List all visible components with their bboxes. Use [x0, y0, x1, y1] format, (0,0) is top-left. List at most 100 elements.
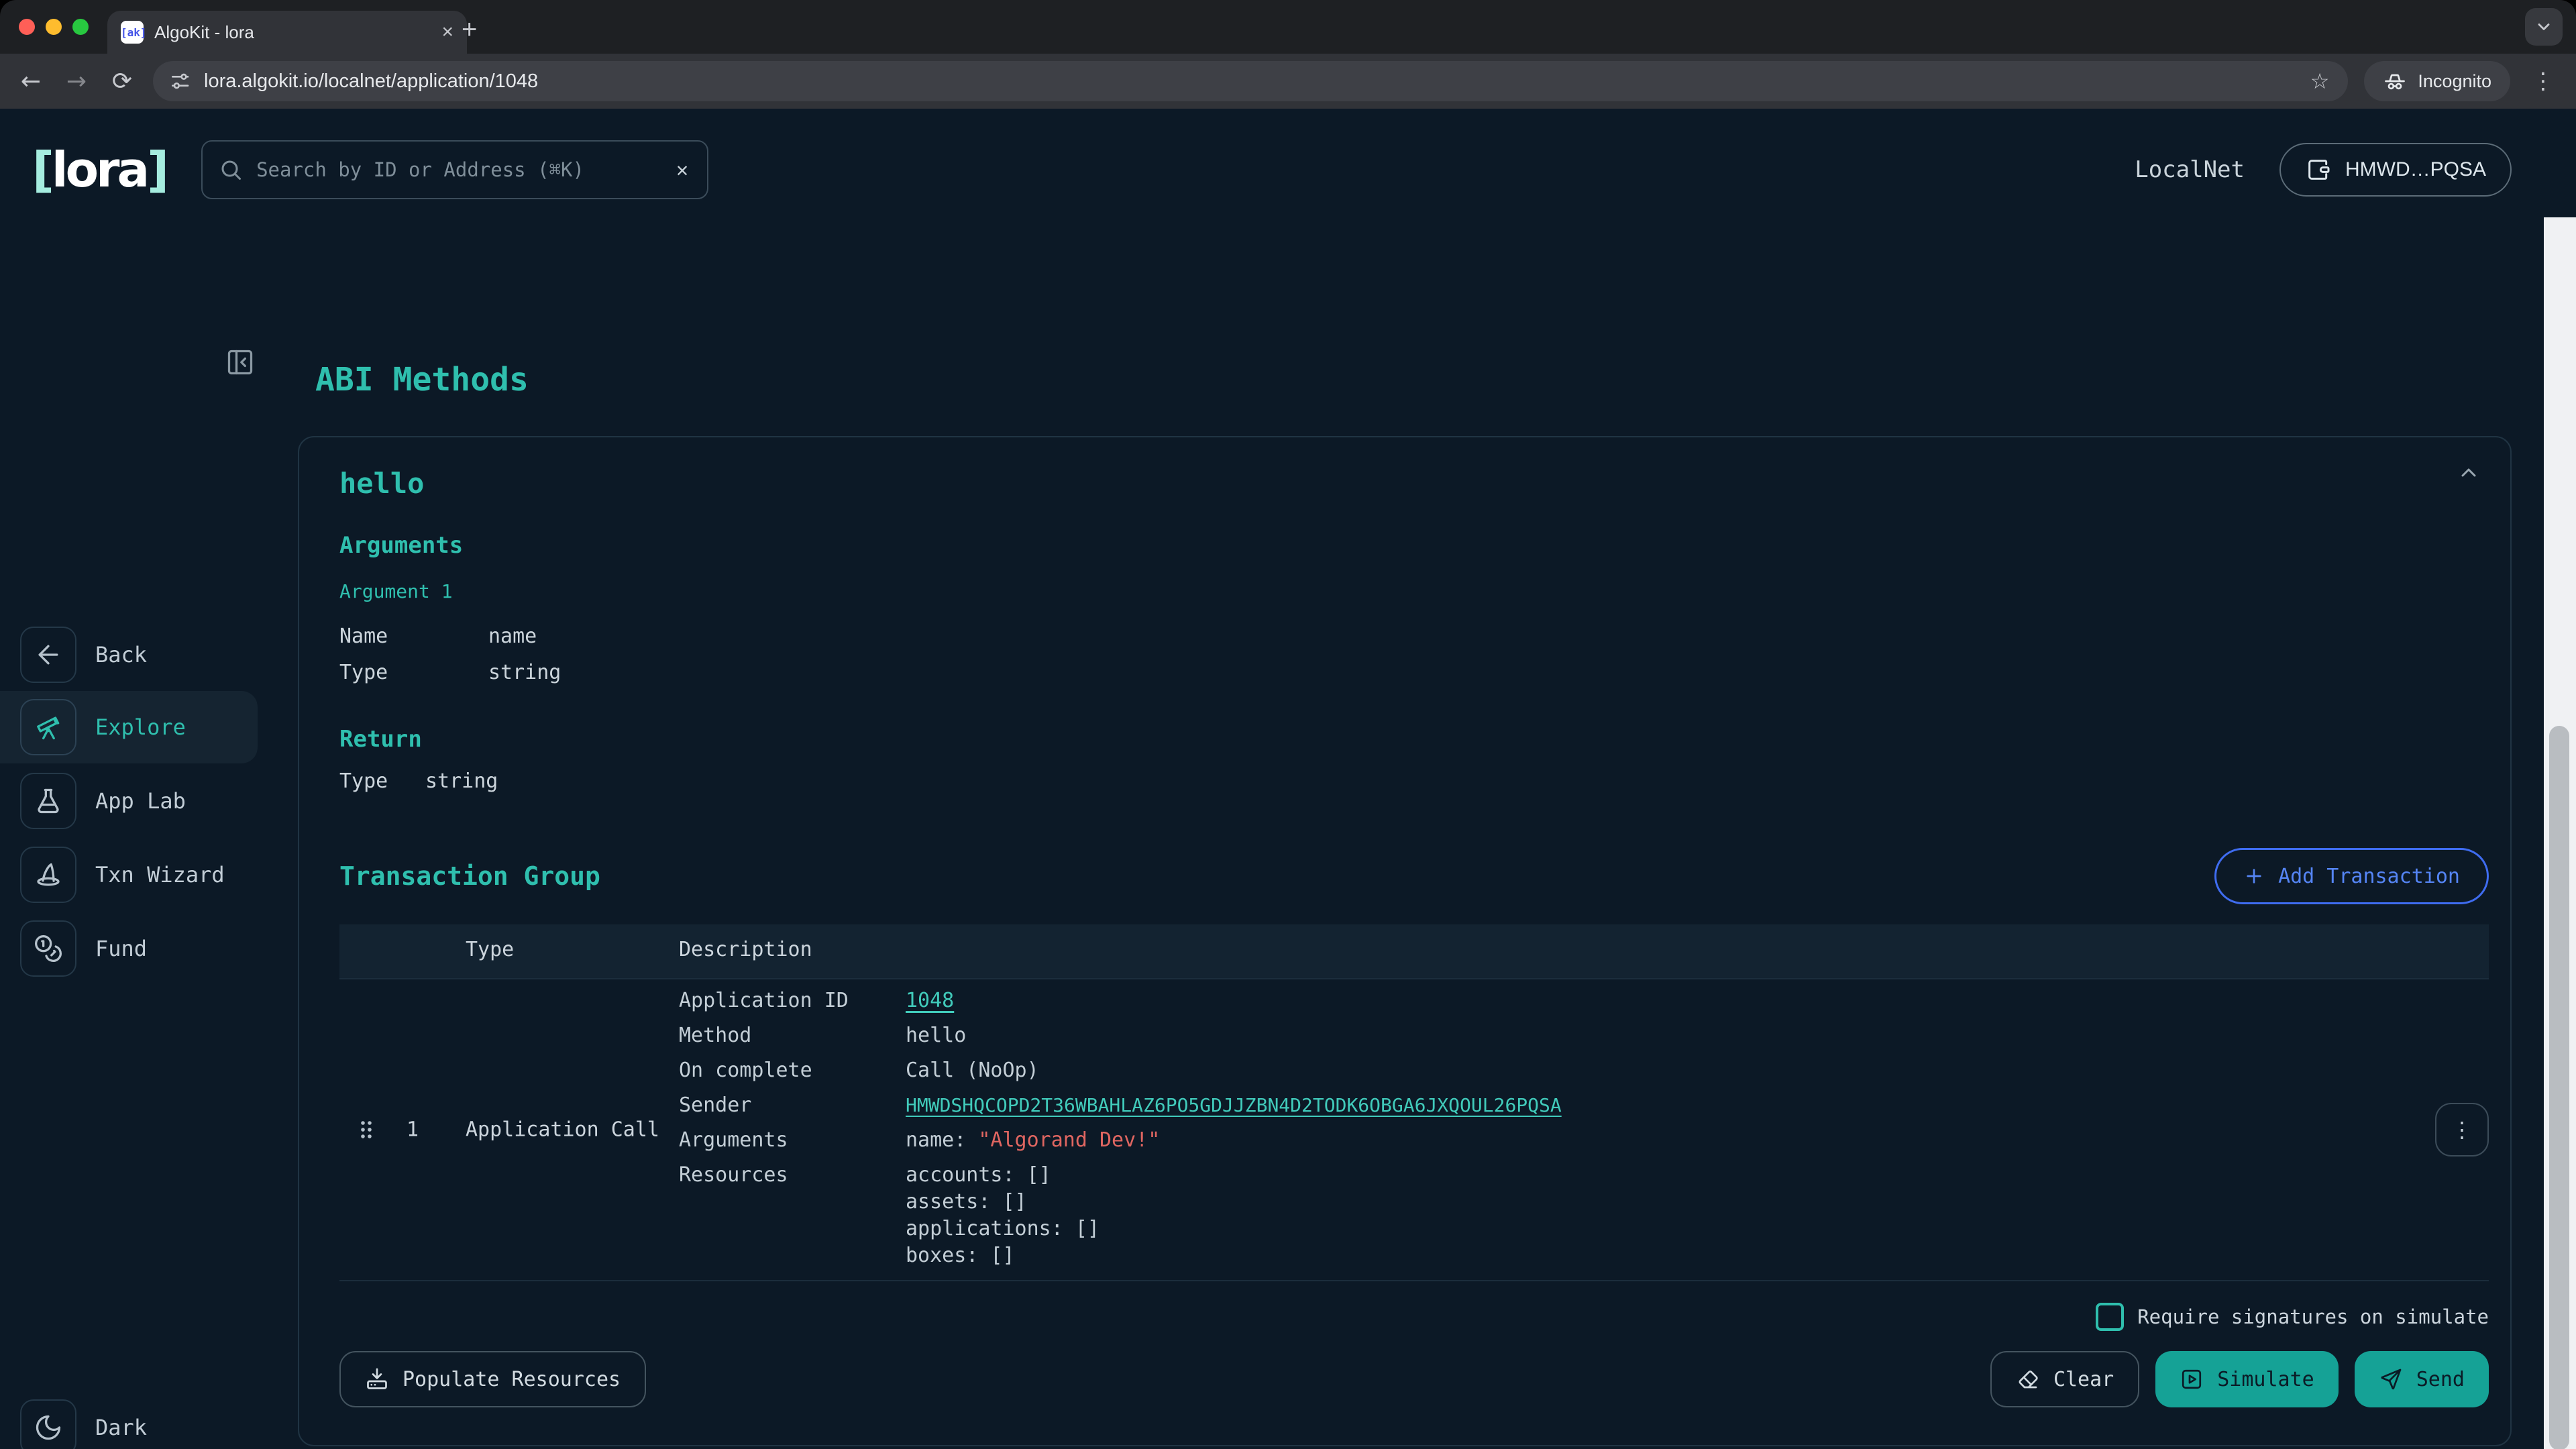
row-menu-button[interactable]: ⋮ [2435, 1103, 2489, 1157]
application-id-link[interactable]: 1048 [906, 983, 954, 1018]
table-row: 1 Application Call Application ID 1048 M… [339, 979, 2489, 1281]
incognito-icon [2383, 69, 2407, 93]
reload-icon[interactable]: ⟳ [107, 68, 137, 95]
sender-address-link[interactable]: HMWDSHQCOPD2T36WBAHLAZ6PO5GDJJZBN4D2TODK… [906, 1088, 1562, 1123]
network-selector[interactable]: LocalNet [2135, 156, 2245, 183]
minimize-window-button[interactable] [46, 19, 62, 35]
row-index: 1 [407, 1118, 419, 1142]
browser-window: [ak] AlgoKit - lora × + ← → ⟳ lora.algok… [0, 0, 2576, 1449]
close-window-button[interactable] [19, 19, 35, 35]
plus-icon [2243, 865, 2265, 887]
field-application-id: Application ID 1048 [679, 983, 2489, 1018]
argument-string-value: "Algorand Dev!" [978, 1128, 1160, 1152]
site-settings-icon[interactable] [169, 70, 191, 92]
search-input[interactable]: Search by ID or Address (⌘K) ✕ [201, 140, 708, 199]
chevron-up-icon [2457, 462, 2481, 486]
simulate-label: Simulate [2217, 1368, 2314, 1391]
drag-handle-icon[interactable] [358, 1119, 374, 1140]
tab-search-button[interactable] [2525, 8, 2563, 46]
clear-label: Clear [2053, 1368, 2114, 1391]
search-icon [219, 158, 243, 182]
incognito-label: Incognito [2418, 71, 2491, 92]
wallet-address: HMWD…PQSA [2345, 158, 2486, 181]
page-scrollbar-thumb[interactable] [2549, 726, 2569, 1449]
wallet-icon [2305, 156, 2332, 183]
resource-accounts: accounts: [] [906, 1162, 1099, 1189]
return-heading: Return [339, 726, 2489, 753]
argument-1-label: Argument 1 [339, 580, 2489, 602]
argument-type-label: Type [339, 655, 488, 691]
browser-tab[interactable]: [ak] AlgoKit - lora × [107, 11, 467, 54]
fullscreen-window-button[interactable] [72, 19, 89, 35]
back-icon[interactable]: ← [16, 68, 46, 95]
clear-button[interactable]: Clear [1990, 1351, 2139, 1407]
populate-resources-button[interactable]: Populate Resources [339, 1351, 646, 1407]
sidebar-item-txn-wizard[interactable]: Txn Wizard [0, 839, 258, 911]
resource-applications: applications: [] [906, 1216, 1099, 1242]
transaction-type: Application Call [466, 1118, 659, 1142]
argument-key: name: [906, 1128, 978, 1152]
return-type-label: Type [339, 763, 425, 800]
app-header: [lora] Search by ID or Address (⌘K) ✕ Lo… [0, 109, 2576, 231]
logo-text: lora [52, 142, 147, 198]
resource-boxes: boxes: [] [906, 1242, 1099, 1269]
search-clear-icon[interactable]: ✕ [674, 158, 691, 182]
page-title: ABI Methods [315, 361, 2512, 398]
sidebar-item-dark-mode[interactable]: Dark [0, 1391, 258, 1449]
collapse-method-button[interactable] [2457, 462, 2481, 486]
column-type: Type [466, 938, 514, 961]
transaction-table: Type Description 1 Application Call Appl… [339, 924, 2489, 1281]
browser-toolbar: ← → ⟳ lora.algokit.io/localnet/applicati… [0, 54, 2576, 109]
tab-strip: [ak] AlgoKit - lora × + [0, 0, 2576, 54]
sidebar-item-fund[interactable]: Fund [0, 912, 258, 985]
arrow-left-icon [20, 627, 76, 683]
bookmark-star-icon[interactable]: ☆ [2300, 68, 2341, 94]
wallet-button[interactable]: HMWD…PQSA [2279, 143, 2512, 197]
require-signatures-checkbox[interactable] [2096, 1303, 2124, 1331]
url-text[interactable]: lora.algokit.io/localnet/application/104… [204, 70, 2286, 93]
incognito-badge: Incognito [2364, 61, 2510, 101]
simulate-button[interactable]: Simulate [2155, 1351, 2339, 1407]
lora-logo[interactable]: [lora] [32, 142, 166, 198]
arguments-heading: Arguments [339, 532, 2489, 559]
logo-bracket-right: ] [147, 142, 166, 198]
hard-drive-download-icon [365, 1367, 389, 1391]
resources-list: accounts: [] assets: [] applications: []… [906, 1158, 1099, 1269]
new-tab-button[interactable]: + [462, 16, 477, 43]
method-name: hello [339, 467, 2489, 500]
address-bar[interactable]: lora.algokit.io/localnet/application/104… [153, 61, 2348, 101]
add-transaction-label: Add Transaction [2278, 865, 2460, 888]
flask-icon [20, 773, 76, 829]
moon-icon [20, 1399, 76, 1449]
send-button[interactable]: Send [2355, 1351, 2489, 1407]
sidebar-item-app-lab[interactable]: App Lab [0, 765, 258, 837]
browser-menu-icon[interactable]: ⋮ [2526, 68, 2560, 95]
argument-type-value: string [488, 655, 561, 691]
field-method: Method hello [679, 1018, 2489, 1053]
require-signatures-label: Require signatures on simulate [2137, 1305, 2489, 1328]
resource-assets: assets: [] [906, 1189, 1099, 1216]
transaction-group-heading: Transaction Group [339, 861, 600, 891]
forward-icon[interactable]: → [62, 68, 91, 95]
field-resources: Resources accounts: [] assets: [] applic… [679, 1158, 2489, 1269]
sidebar-item-back[interactable]: Back [0, 619, 258, 691]
sidebar-item-label: Back [95, 642, 147, 667]
abi-method-card: hello Arguments Argument 1 Name name Typ… [298, 436, 2512, 1446]
add-transaction-button[interactable]: Add Transaction [2214, 848, 2489, 904]
collapse-sidebar-button[interactable] [225, 347, 255, 377]
page-scrollbar-track [2544, 217, 2576, 1449]
argument-name-value: name [488, 619, 537, 655]
tab-close-icon[interactable]: × [441, 21, 453, 44]
chevron-down-icon [2534, 17, 2553, 36]
sidebar-item-label: Explore [95, 714, 186, 740]
sidebar-item-label: Fund [95, 936, 147, 961]
logo-bracket-left: [ [32, 142, 52, 198]
argument-name-label: Name [339, 619, 488, 655]
sidebar-item-explore[interactable]: Explore [0, 691, 258, 763]
sidebar-item-label: Dark [95, 1415, 147, 1440]
square-play-icon [2180, 1367, 2204, 1391]
telescope-icon [20, 699, 76, 755]
coins-icon [20, 920, 76, 977]
transaction-table-header: Type Description [339, 924, 2489, 979]
panel-collapse-icon [225, 347, 255, 377]
